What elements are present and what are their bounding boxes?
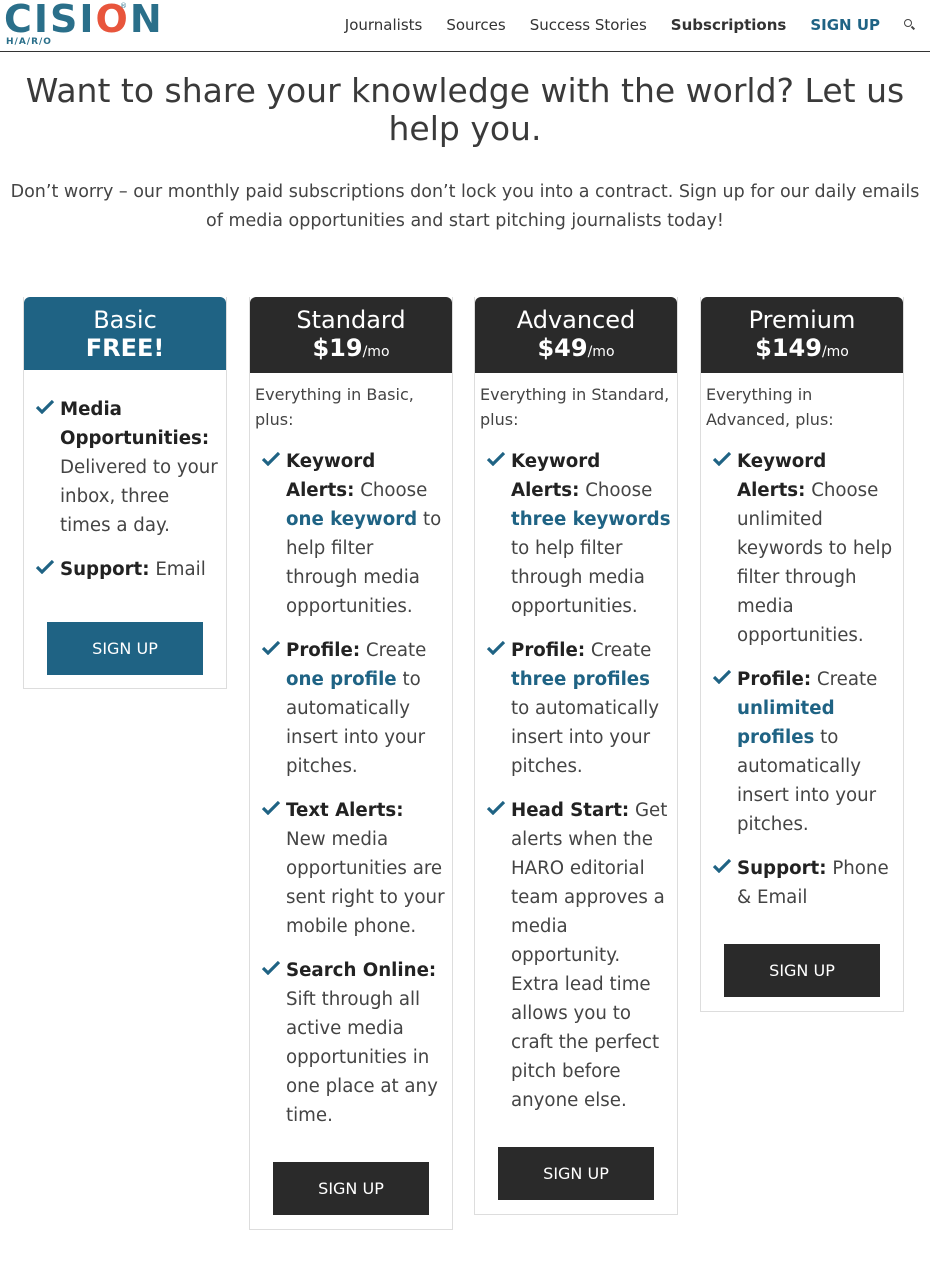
feature-list: Keyword Alerts: Choose three keywords to…	[475, 447, 677, 1115]
check-icon	[36, 400, 54, 414]
check-icon	[487, 641, 505, 655]
feature-item: Profile: Create one profile to automatic…	[260, 636, 448, 781]
feature-title: Profile:	[511, 640, 586, 661]
feature-text: Choose unlimited keywords to help filter…	[737, 480, 893, 646]
check-icon	[262, 961, 280, 975]
feature-item: Profile: Create unlimited profiles to au…	[711, 665, 899, 839]
page-title: Want to share your knowledge with the wo…	[25, 71, 905, 148]
plan-card-basic: Basic FREE! Media Opportunities: Deliver…	[23, 297, 227, 689]
feature-title: Media Opportunities:	[60, 399, 210, 449]
feature-list: Keyword Alerts: Choose one keyword to he…	[250, 447, 452, 1130]
plan-name: Advanced	[516, 306, 636, 334]
plan-intro: Everything in Advanced, plus:	[706, 385, 834, 429]
feature-item: Support: Phone & Email	[711, 854, 899, 912]
feature-item: Keyword Alerts: Choose three keywords to…	[485, 447, 673, 621]
feature-text: Choose	[354, 480, 428, 501]
feature-text: Delivered to your inbox, three times a d…	[60, 457, 218, 536]
nav-success-stories[interactable]: Success Stories	[530, 15, 647, 35]
feature-text: Create	[360, 640, 427, 661]
page-subtitle: Don’t worry – our monthly paid subscript…	[10, 182, 920, 231]
feature-highlight: three keywords	[511, 509, 671, 530]
feature-text: Create	[811, 669, 878, 690]
feature-text: Sift through all active media opportunit…	[286, 989, 438, 1126]
site-header: CISION ® H/A/R/O Journalists Sources Suc…	[0, 0, 930, 52]
check-icon	[713, 859, 731, 873]
nav-journalists[interactable]: Journalists	[345, 15, 423, 35]
nav-sign-up[interactable]: SIGN UP	[810, 15, 880, 35]
feature-title: Support:	[737, 858, 827, 879]
feature-item: Text Alerts: New media opportunities are…	[260, 796, 448, 941]
plan-intro: Everything in Standard, plus:	[480, 385, 670, 429]
plan-header: Standard $19/mo	[250, 297, 452, 373]
feature-text: Create	[585, 640, 652, 661]
main-nav: Journalists Sources Success Stories Subs…	[321, 15, 916, 35]
plan-name: Standard	[296, 306, 406, 334]
plan-price: FREE!	[85, 334, 165, 362]
plan-price: $49/mo	[537, 334, 615, 362]
feature-list: Media Opportunities: Delivered to your i…	[24, 395, 226, 584]
check-icon	[262, 641, 280, 655]
search-icon[interactable]	[904, 19, 916, 31]
plan-name: Basic	[93, 306, 157, 334]
plan-name: Premium	[748, 306, 856, 334]
plan-card-premium: Premium $149/mo Everything in Advanced, …	[700, 297, 904, 1012]
feature-text: New media opportunities are sent right t…	[286, 829, 445, 937]
cision-logo[interactable]: CISION ® H/A/R/O	[4, 0, 164, 50]
feature-item: Head Start: Get alerts when the HARO edi…	[485, 796, 673, 1115]
plan-price: $19/mo	[312, 334, 390, 362]
feature-text: to automatically insert into your pitche…	[511, 698, 660, 777]
nav-subscriptions[interactable]: Subscriptions	[671, 15, 787, 35]
plan-intro: Everything in Basic, plus:	[255, 385, 414, 429]
feature-item: Profile: Create three profiles to automa…	[485, 636, 673, 781]
plan-header: Premium $149/mo	[701, 297, 903, 373]
feature-title: Support:	[60, 559, 150, 580]
feature-text: Email	[149, 559, 206, 580]
feature-title: Text Alerts:	[286, 800, 404, 821]
nav-sources[interactable]: Sources	[446, 15, 505, 35]
check-icon	[262, 452, 280, 466]
feature-item: Keyword Alerts: Choose unlimited keyword…	[711, 447, 899, 650]
sign-up-button-advanced[interactable]: SIGN UP	[498, 1147, 654, 1200]
feature-item: Search Online: Sift through all active m…	[260, 956, 448, 1130]
feature-item: Keyword Alerts: Choose one keyword to he…	[260, 447, 448, 621]
feature-highlight: one profile	[286, 669, 397, 690]
feature-title: Profile:	[286, 640, 361, 661]
sign-up-button-standard[interactable]: SIGN UP	[273, 1162, 429, 1215]
plan-header: Basic FREE!	[24, 297, 226, 370]
feature-title: Profile:	[737, 669, 812, 690]
feature-highlight: one keyword	[286, 509, 418, 530]
feature-title: Search Online:	[286, 960, 437, 981]
check-icon	[713, 670, 731, 684]
logo-wordmark: CISION	[4, 0, 164, 41]
feature-list: Keyword Alerts: Choose unlimited keyword…	[701, 447, 903, 912]
check-icon	[713, 452, 731, 466]
sign-up-button-basic[interactable]: SIGN UP	[47, 622, 203, 675]
logo-subtitle: H/A/R/O	[6, 37, 52, 47]
check-icon	[36, 560, 54, 574]
feature-title: Head Start:	[511, 800, 630, 821]
logo-registered-mark: ®	[120, 2, 127, 10]
plan-price: $149/mo	[755, 334, 849, 362]
feature-text: to help filter through media opportuniti…	[511, 538, 645, 617]
check-icon	[262, 801, 280, 815]
sign-up-button-premium[interactable]: SIGN UP	[724, 944, 880, 997]
check-icon	[487, 452, 505, 466]
plan-header: Advanced $49/mo	[475, 297, 677, 373]
feature-highlight: three profiles	[511, 669, 650, 690]
feature-item: Support: Email	[34, 555, 222, 584]
plan-card-standard: Standard $19/mo Everything in Basic, plu…	[249, 297, 453, 1230]
check-icon	[487, 801, 505, 815]
feature-text: Choose	[579, 480, 653, 501]
plan-card-advanced: Advanced $49/mo Everything in Standard, …	[474, 297, 678, 1215]
feature-item: Media Opportunities: Delivered to your i…	[34, 395, 222, 540]
feature-text: Get alerts when the HARO editorial team …	[511, 800, 668, 1111]
